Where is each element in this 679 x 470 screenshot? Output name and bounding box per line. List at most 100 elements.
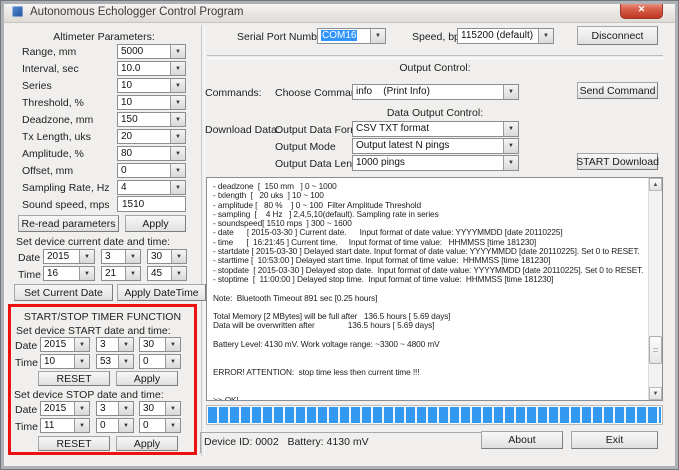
sampling-rate-value: 4	[118, 181, 170, 194]
param-label-series: Series	[22, 80, 52, 92]
start-minute-value: 53	[97, 355, 118, 368]
txlength-combobox[interactable]: 20▼	[117, 129, 186, 144]
range-combobox[interactable]: 5000▼	[117, 44, 186, 59]
close-button[interactable]: ✕	[620, 2, 663, 19]
start-day-combobox[interactable]: 30▼	[139, 337, 181, 352]
start-minute-combobox[interactable]: 53▼	[96, 354, 134, 369]
output-length-combobox[interactable]: 1000 pings▼	[352, 155, 519, 171]
console-output[interactable]: - deadzone [ 150 mm ] 0 ~ 1000 - txlengt…	[206, 177, 663, 401]
chevron-down-icon[interactable]: ▼	[118, 338, 133, 351]
reread-parameters-button[interactable]: Re-read parameters	[18, 215, 119, 232]
current-second-combobox[interactable]: 45▼	[147, 266, 187, 281]
chevron-down-icon[interactable]: ▼	[79, 250, 94, 263]
chevron-down-icon[interactable]: ▼	[170, 113, 185, 126]
stop-day-combobox[interactable]: 30▼	[139, 401, 181, 416]
set-current-date-button[interactable]: Set Current Date	[14, 284, 113, 301]
chevron-down-icon[interactable]: ▼	[165, 402, 180, 415]
stop-second-combobox[interactable]: 0▼	[139, 418, 181, 433]
threshold-combobox[interactable]: 10▼	[117, 95, 186, 110]
chevron-down-icon[interactable]: ▼	[170, 130, 185, 143]
disconnect-button[interactable]: Disconnect	[577, 26, 658, 45]
output-format-combobox[interactable]: CSV TXT format▼	[352, 121, 519, 137]
apply-datetime-button[interactable]: Apply DateTime	[117, 284, 206, 301]
current-year-combobox[interactable]: 2015▼	[43, 249, 95, 264]
chevron-down-icon[interactable]: ▼	[170, 147, 185, 160]
current-minute-value: 21	[102, 267, 125, 280]
stop-reset-button[interactable]: RESET	[38, 436, 110, 451]
chevron-down-icon[interactable]: ▼	[503, 85, 518, 99]
scroll-up-icon[interactable]: ▲	[649, 178, 662, 191]
chevron-down-icon[interactable]: ▼	[118, 355, 133, 368]
current-month-combobox[interactable]: 3▼	[101, 249, 141, 264]
chevron-down-icon[interactable]: ▼	[74, 402, 89, 415]
command-combobox[interactable]: info (Print Info)▼	[352, 84, 519, 100]
stop-month-combobox[interactable]: 3▼	[96, 401, 134, 416]
chevron-down-icon[interactable]: ▼	[79, 267, 94, 280]
apply-parameters-button[interactable]: Apply	[125, 215, 186, 232]
serial-port-combobox[interactable]: COM16▼	[317, 28, 386, 44]
chevron-down-icon[interactable]: ▼	[370, 29, 385, 43]
series-combobox[interactable]: 10▼	[117, 78, 186, 93]
start-second-combobox[interactable]: 0▼	[139, 354, 181, 369]
chevron-down-icon[interactable]: ▼	[74, 419, 89, 432]
current-hour-combobox[interactable]: 16▼	[43, 266, 95, 281]
chevron-down-icon[interactable]: ▼	[503, 122, 518, 136]
start-month-combobox[interactable]: 3▼	[96, 337, 134, 352]
chevron-down-icon[interactable]: ▼	[165, 338, 180, 351]
chevron-down-icon[interactable]: ▼	[503, 139, 518, 153]
chevron-down-icon[interactable]: ▼	[170, 181, 185, 194]
chevron-down-icon[interactable]: ▼	[538, 29, 553, 43]
stop-minute-combobox[interactable]: 0▼	[96, 418, 134, 433]
about-button[interactable]: About	[481, 431, 563, 449]
chevron-down-icon[interactable]: ▼	[170, 45, 185, 58]
amplitude-value: 80	[118, 147, 170, 160]
scroll-down-icon[interactable]: ▼	[649, 387, 662, 400]
deadzone-value: 150	[118, 113, 170, 126]
interval-combobox[interactable]: 10.0▼	[117, 61, 186, 76]
chevron-down-icon[interactable]: ▼	[171, 250, 186, 263]
chevron-down-icon[interactable]: ▼	[170, 62, 185, 75]
sound-speed-input[interactable]: 1510	[117, 196, 186, 212]
start-hour-combobox[interactable]: 10▼	[40, 354, 90, 369]
start-reset-button[interactable]: RESET	[38, 371, 110, 386]
chevron-down-icon[interactable]: ▼	[118, 419, 133, 432]
exit-button[interactable]: Exit	[571, 431, 658, 449]
chevron-down-icon[interactable]: ▼	[170, 164, 185, 177]
send-command-button[interactable]: Send Command	[577, 82, 658, 99]
stop-day-value: 30	[140, 402, 165, 415]
param-label-deadzone: Deadzone, mm	[22, 114, 93, 126]
start-download-button[interactable]: START Download	[577, 153, 658, 170]
stop-hour-combobox[interactable]: 11▼	[40, 418, 90, 433]
speed-value: 115200 (default)	[458, 29, 538, 43]
command-value: info (Print Info)	[353, 85, 503, 99]
stop-hour-value: 11	[41, 419, 74, 432]
output-mode-combobox[interactable]: Output latest N pings▼	[352, 138, 519, 154]
chevron-down-icon[interactable]: ▼	[118, 402, 133, 415]
amplitude-combobox[interactable]: 80▼	[117, 146, 186, 161]
chevron-down-icon[interactable]: ▼	[125, 250, 140, 263]
chevron-down-icon[interactable]: ▼	[165, 419, 180, 432]
scrollbar-thumb[interactable]	[649, 336, 662, 364]
chevron-down-icon[interactable]: ▼	[165, 355, 180, 368]
sampling-rate-combobox[interactable]: 4▼	[117, 180, 186, 195]
stop-apply-button[interactable]: Apply	[116, 436, 178, 451]
offset-combobox[interactable]: 0▼	[117, 163, 186, 178]
chevron-down-icon[interactable]: ▼	[74, 355, 89, 368]
chevron-down-icon[interactable]: ▼	[171, 267, 186, 280]
console-scrollbar[interactable]: ▲ ▼	[648, 178, 662, 400]
chevron-down-icon[interactable]: ▼	[503, 156, 518, 170]
chevron-down-icon[interactable]: ▼	[170, 96, 185, 109]
device-status-text: Device ID: 0002 Battery: 4130 mV	[201, 433, 482, 448]
deadzone-combobox[interactable]: 150▼	[117, 112, 186, 127]
title-bar[interactable]: Autonomous Echologger Control Program ✕	[1, 1, 678, 23]
start-apply-button[interactable]: Apply	[116, 371, 178, 386]
start-year-combobox[interactable]: 2015▼	[40, 337, 90, 352]
stop-year-combobox[interactable]: 2015▼	[40, 401, 90, 416]
current-day-combobox[interactable]: 30▼	[147, 249, 187, 264]
stop-month-value: 3	[97, 402, 118, 415]
current-minute-combobox[interactable]: 21▼	[101, 266, 141, 281]
chevron-down-icon[interactable]: ▼	[125, 267, 140, 280]
chevron-down-icon[interactable]: ▼	[74, 338, 89, 351]
speed-combobox[interactable]: 115200 (default)▼	[457, 28, 554, 44]
chevron-down-icon[interactable]: ▼	[170, 79, 185, 92]
